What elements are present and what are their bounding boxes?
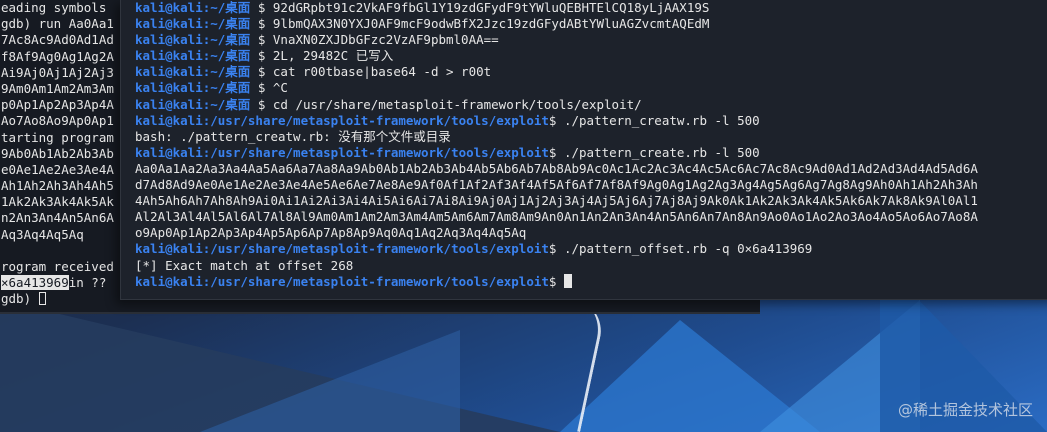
terminal-text: in ?? <box>68 275 107 291</box>
command-text: 92dGRpbt91c2VkAF9fbGl1Y19zdGFydF9tYWluQE… <box>272 0 710 15</box>
prompt-user-host: kali@kali <box>135 80 203 96</box>
prompt-user-host: kali@kali <box>135 0 203 15</box>
prompt-user-host: kali@kali <box>135 273 203 289</box>
terminal-cursor <box>38 292 46 306</box>
prompt-user-host: kali@kali <box>135 144 203 160</box>
command-output: d7Ad8Ad9Ae0Ae1Ae2Ae3Ae4Ae5Ae6Ae7Ae8Ae9Af… <box>135 177 978 193</box>
prompt-user-host: kali@kali <box>135 64 203 80</box>
command-text: ./pattern_offset.rb -q 0×6a413969 <box>563 241 813 257</box>
prompt-path: :~/桌面 <box>202 96 251 112</box>
command-text: ./pattern_create.rb -l 500 <box>563 144 760 160</box>
prompt-path: :~/桌面 <box>202 80 251 96</box>
prompt-user-host: kali@kali <box>135 48 203 64</box>
prompt-path: :/usr/share/metasploit-framework/tools/e… <box>202 144 549 160</box>
command-text: cd /usr/share/metasploit-framework/tools… <box>272 96 642 112</box>
terminal-line[interactable]: kali@kali:/usr/share/metasploit-framewor… <box>135 273 1047 290</box>
command-text: cat r00tbase|base64 -d > r00t <box>272 64 492 80</box>
command-output: [*] Exact match at offset 268 <box>135 257 354 273</box>
command-text: ./pattern_creatw.rb -l 500 <box>563 112 760 128</box>
terminal-line: kali@kali:~/桌面 $ 9lbmQAX3N0YXJ0AF9mcF9od… <box>135 16 1047 32</box>
prompt-path: :~/桌面 <box>202 64 251 80</box>
prompt-user-host: kali@kali <box>135 96 203 112</box>
command-output: 4Ah5Ah6Ah7Ah8Ah9Ai0Ai1Ai2Ai3Ai4Ai5Ai6Ai7… <box>135 193 978 209</box>
terminal-line: kali@kali:/usr/share/metasploit-framewor… <box>135 145 1047 161</box>
prompt-user-host: kali@kali <box>135 16 203 32</box>
prompt-user-host: kali@kali <box>135 32 203 48</box>
terminal-line: kali@kali:~/桌面 $ cat r00tbase|base64 -d … <box>135 64 1047 80</box>
command-text: VnaXN0ZXJDbGFzc2VzAF9pbml0AA== <box>272 32 499 48</box>
watermark: @稀土掘金技术社区 <box>897 401 1033 419</box>
prompt-path: :~/桌面 <box>202 16 251 32</box>
terminal-line: kali@kali:~/桌面 $ cd /usr/share/metasploi… <box>135 97 1047 113</box>
terminal-line: kali@kali:~/桌面 $ 2L, 29482C 已写入 <box>135 48 1047 64</box>
command-output: Aa0Aa1Aa2Aa3Aa4Aa5Aa6Aa7Aa8Aa9Ab0Ab1Ab2A… <box>135 160 978 176</box>
terminal-line: kali@kali:~/桌面 $ 92dGRpbt91c2VkAF9fbGl1Y… <box>135 0 1047 16</box>
prompt-path: :~/桌面 <box>202 48 251 64</box>
command-text: 2L, 29482C 已写入 <box>272 48 394 64</box>
prompt-path: :/usr/share/metasploit-framework/tools/e… <box>202 241 549 257</box>
command-output: bash: ./pattern_creatw.rb: 没有那个文件或目录 <box>135 128 451 144</box>
terminal-line: kali@kali:~/桌面 $ VnaXN0ZXJDbGFzc2VzAF9pb… <box>135 32 1047 48</box>
terminal-line: kali@kali:/usr/share/metasploit-framewor… <box>135 241 1047 257</box>
prompt-user-host: kali@kali <box>135 241 203 257</box>
highlighted-address: ×6a413969 <box>1 275 69 291</box>
prompt-path: :/usr/share/metasploit-framework/tools/e… <box>202 273 549 289</box>
prompt-path: :/usr/share/metasploit-framework/tools/e… <box>202 112 549 128</box>
gdb-prompt: gdb) <box>1 291 39 307</box>
terminal-cursor <box>563 273 572 288</box>
command-text: ^C <box>272 80 288 96</box>
terminal-line: kali@kali:/usr/share/metasploit-framewor… <box>135 113 1047 129</box>
command-output: o9Ap0Ap1Ap2Ap3Ap4Ap5Ap6Ap7Ap8Ap9Aq0Aq1Aq… <box>135 225 527 241</box>
command-text: 9lbmQAX3N0YXJ0AF9mcF9odwBfX2Jzc19zdGFydA… <box>272 16 710 32</box>
wallpaper-shape <box>200 330 460 432</box>
terminal-line: kali@kali:~/桌面 $ ^C <box>135 80 1047 96</box>
prompt-path: :~/桌面 <box>202 0 251 15</box>
prompt-path: :~/桌面 <box>202 32 251 48</box>
prompt-user-host: kali@kali <box>135 112 203 128</box>
kali-terminal-window[interactable]: kali@kali:~/桌面 $ 92dGRpbt91c2VkAF9fbGl1Y… <box>120 0 1047 300</box>
command-output: Al2Al3Al4Al5Al6Al7Al8Al9Am0Am1Am2Am3Am4A… <box>135 209 978 225</box>
